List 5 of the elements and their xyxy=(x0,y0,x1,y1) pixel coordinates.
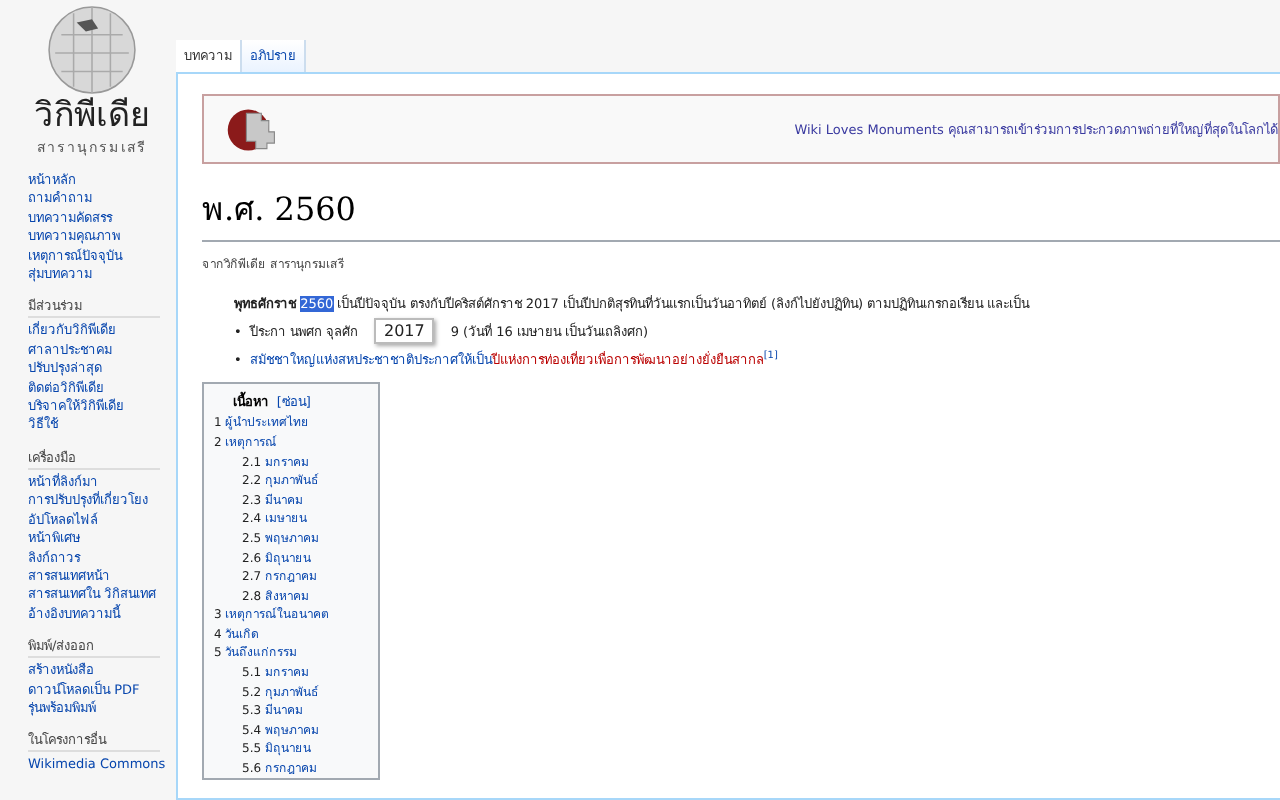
tooltip: 2017 xyxy=(373,318,435,344)
page-title: พ.ศ. 2560 xyxy=(202,184,1280,242)
site-name: วิกิพีเดีย xyxy=(34,96,150,136)
globe-logo-icon[interactable] xyxy=(46,4,138,96)
footnote-link[interactable]: [1] xyxy=(763,350,778,362)
